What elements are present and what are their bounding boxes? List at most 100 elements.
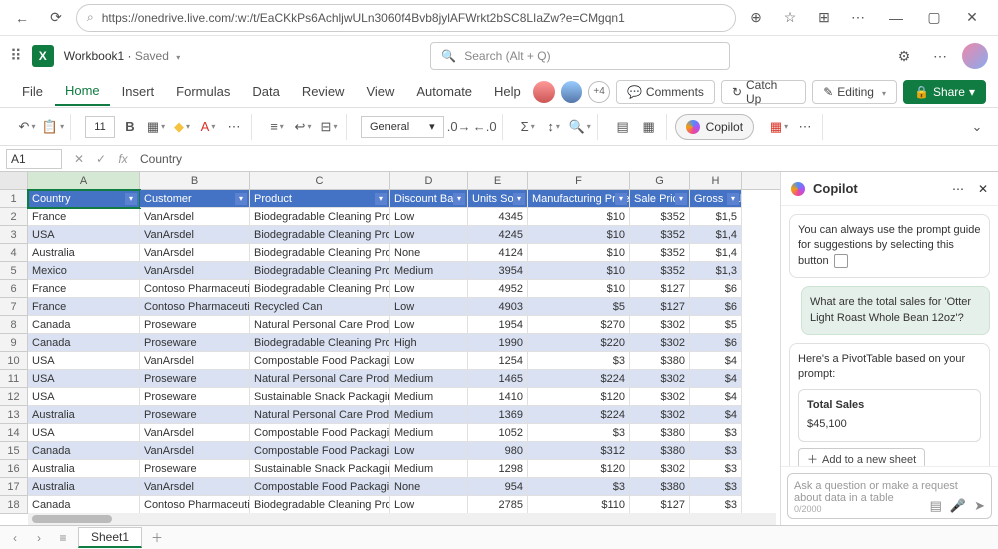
cell[interactable]: Canada <box>28 442 140 460</box>
cell[interactable]: $352 <box>630 262 690 280</box>
cell[interactable]: USA <box>28 226 140 244</box>
cell[interactable]: $302 <box>630 334 690 352</box>
row-header[interactable]: 9 <box>0 334 28 352</box>
font-more-icon[interactable]: ⋯ <box>223 116 245 138</box>
cell[interactable]: $3 <box>690 460 742 478</box>
cell[interactable]: Low <box>390 442 468 460</box>
cell[interactable]: Australia <box>28 460 140 478</box>
cell[interactable]: Contoso Pharmaceuticals <box>140 496 250 514</box>
cell[interactable]: $120 <box>528 388 630 406</box>
cell[interactable]: Canada <box>28 496 140 514</box>
cell[interactable]: $302 <box>630 460 690 478</box>
border-icon[interactable]: ▦ <box>145 116 167 138</box>
select-all-corner[interactable] <box>0 172 28 189</box>
row-header[interactable]: 5 <box>0 262 28 280</box>
row-header[interactable]: 6 <box>0 280 28 298</box>
all-sheets-icon[interactable]: ≡ <box>54 531 72 545</box>
find-icon[interactable]: 🔍 <box>569 116 591 138</box>
cell[interactable]: Low <box>390 298 468 316</box>
cell[interactable]: $3 <box>690 496 742 514</box>
row-header[interactable]: 4 <box>0 244 28 262</box>
cell[interactable]: Biodegradable Cleaning Products <box>250 334 390 352</box>
cell[interactable]: Compostable Food Packaging <box>250 424 390 442</box>
row-header[interactable]: 18 <box>0 496 28 514</box>
cell[interactable]: USA <box>28 370 140 388</box>
cell[interactable]: $110 <box>528 496 630 514</box>
cell[interactable]: 4903 <box>468 298 528 316</box>
col-header[interactable]: A <box>28 172 140 189</box>
cell[interactable]: 1990 <box>468 334 528 352</box>
favorite-icon[interactable]: ☆ <box>776 4 804 32</box>
app-launcher-icon[interactable]: ⠿ <box>10 46 22 66</box>
copilot-close-icon[interactable]: ✕ <box>978 182 988 196</box>
maximize-icon[interactable]: ▢ <box>916 4 952 32</box>
copilot-more-icon[interactable]: ⋯ <box>952 182 964 196</box>
fx-icon[interactable]: fx <box>112 152 134 166</box>
cell[interactable]: VanArsdel <box>140 208 250 226</box>
cell[interactable]: Low <box>390 226 468 244</box>
cell[interactable]: $1,4 <box>690 244 742 262</box>
col-header[interactable]: E <box>468 172 528 189</box>
document-name[interactable]: Workbook1 · Saved <box>64 49 181 63</box>
conditional-format-icon[interactable]: ▤ <box>612 116 634 138</box>
cell[interactable]: 1954 <box>468 316 528 334</box>
cell[interactable]: Proseware <box>140 316 250 334</box>
cell[interactable]: $6 <box>690 298 742 316</box>
cell[interactable]: $380 <box>630 352 690 370</box>
cell[interactable]: $352 <box>630 226 690 244</box>
cell[interactable]: 1298 <box>468 460 528 478</box>
cell[interactable]: Low <box>390 280 468 298</box>
cell[interactable]: Australia <box>28 244 140 262</box>
cell[interactable]: $3 <box>690 424 742 442</box>
cell[interactable]: $312 <box>528 442 630 460</box>
row-header[interactable]: 17 <box>0 478 28 496</box>
cell[interactable]: Compostable Food Packaging <box>250 442 390 460</box>
cell[interactable]: USA <box>28 424 140 442</box>
cell[interactable]: Medium <box>390 406 468 424</box>
global-search[interactable]: 🔍 Search (Alt + Q) <box>430 42 730 70</box>
cell[interactable]: Low <box>390 352 468 370</box>
tab-file[interactable]: File <box>12 78 53 105</box>
col-header[interactable]: H <box>690 172 742 189</box>
bold-icon[interactable]: B <box>119 116 141 138</box>
close-icon[interactable]: ✕ <box>954 4 990 32</box>
cell[interactable]: $3 <box>528 478 630 496</box>
cell[interactable]: $4 <box>690 406 742 424</box>
cell[interactable]: $302 <box>630 406 690 424</box>
undo-icon[interactable]: ↶ <box>16 116 38 138</box>
ribbon-more-icon[interactable]: ⋯ <box>794 116 816 138</box>
cell[interactable]: $1,5 <box>690 208 742 226</box>
cell[interactable]: Compostable Food Packaging <box>250 352 390 370</box>
cell[interactable]: Canada <box>28 316 140 334</box>
cell[interactable]: VanArsdel <box>140 244 250 262</box>
tab-data[interactable]: Data <box>242 78 289 105</box>
cell[interactable]: $352 <box>630 208 690 226</box>
cell[interactable]: Contoso Pharmaceuticals <box>140 298 250 316</box>
cell[interactable]: 4124 <box>468 244 528 262</box>
more-icon[interactable]: ⋯ <box>926 42 954 70</box>
cell[interactable]: Medium <box>390 388 468 406</box>
cell[interactable]: Proseware <box>140 334 250 352</box>
font-color-icon[interactable]: A <box>197 116 219 138</box>
cell[interactable]: $6 <box>690 334 742 352</box>
cell[interactable]: France <box>28 298 140 316</box>
cell[interactable]: Biodegradable Cleaning Products <box>250 244 390 262</box>
number-format-select[interactable]: General▾ <box>361 116 444 138</box>
increase-decimal-icon[interactable]: .0→ <box>448 116 470 138</box>
cell[interactable]: $302 <box>630 316 690 334</box>
row-header[interactable]: 2 <box>0 208 28 226</box>
cell[interactable]: 4952 <box>468 280 528 298</box>
table-style-icon[interactable]: ▦ <box>638 116 660 138</box>
decrease-decimal-icon[interactable]: ←.0 <box>474 116 496 138</box>
header-cell[interactable]: Country <box>28 190 140 208</box>
cell[interactable]: VanArsdel <box>140 226 250 244</box>
cell[interactable]: Natural Personal Care Products <box>250 406 390 424</box>
cell[interactable]: $4 <box>690 370 742 388</box>
share-button[interactable]: 🔒Share▾ <box>903 80 986 104</box>
tab-automate[interactable]: Automate <box>406 78 482 105</box>
cell[interactable]: $1,4 <box>690 226 742 244</box>
settings-icon[interactable]: ⚙ <box>890 42 918 70</box>
cell[interactable]: Proseware <box>140 370 250 388</box>
header-cell[interactable]: Manufacturing Price <box>528 190 630 208</box>
collaborator-count[interactable]: +4 <box>588 81 610 103</box>
